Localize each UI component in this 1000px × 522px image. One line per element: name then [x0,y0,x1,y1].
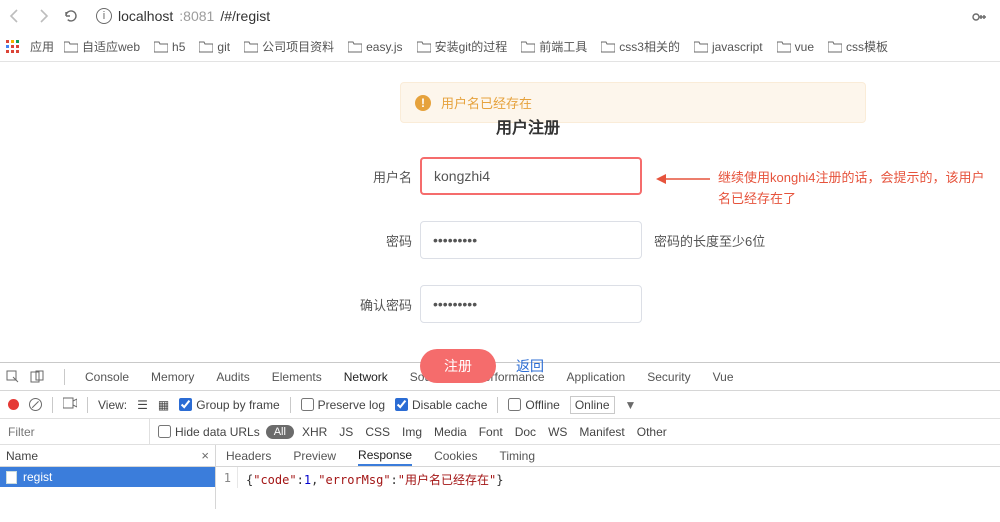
request-item[interactable]: regist [0,467,215,487]
response-tab[interactable]: Preview [293,445,336,466]
username-label: 用户名 [340,167,412,186]
filter-type[interactable]: Media [434,425,467,439]
url-port: :8081 [179,8,214,24]
bookmark-item[interactable]: 公司项目资料 [244,38,334,55]
devtools-toolbar: View: ☰ ▦ Group by frame Preserve log Di… [0,391,1000,419]
bookmark-item[interactable]: h5 [154,38,185,55]
bookmark-item[interactable]: git [199,38,230,55]
grid-view-icon[interactable]: ▦ [158,398,169,412]
alert-banner: ! 用户名已经存在 [400,82,866,123]
apps-icon[interactable] [6,40,20,54]
alert-text: 用户名已经存在 [441,93,532,112]
response-tab[interactable]: Response [358,445,412,466]
preserve-log-checkbox[interactable]: Preserve log [301,398,385,412]
bookmark-item[interactable]: easy.js [348,38,402,55]
filter-all[interactable]: All [266,425,294,439]
chevron-down-icon[interactable]: ▼ [625,398,637,412]
devtools-tab[interactable]: Console [85,370,129,384]
bookmark-item[interactable]: 安装git的过程 [417,38,508,55]
response-body: 1 {"code":1,"errorMsg":"用户名已经存在"} [216,467,1000,488]
forward-icon[interactable] [34,7,52,25]
annotation-text: 继续使用konghi4注册的话，会提示的，该用户名已经存在了 [718,168,988,210]
filter-type[interactable]: XHR [302,425,327,439]
filter-type[interactable]: Other [637,425,667,439]
bookmark-item[interactable]: css模板 [828,38,888,55]
hide-urls-checkbox[interactable]: Hide data URLs [158,425,260,439]
disable-cache-checkbox[interactable]: Disable cache [395,398,487,412]
page-title: 用户注册 [496,114,560,138]
page-content: ! 用户名已经存在 用户注册 用户名 密码 密码的长度至少6位 确认密码 注册 … [0,62,1000,362]
devtools: ConsoleMemoryAuditsElementsNetworkSource… [0,362,1000,509]
clear-icon[interactable] [29,398,42,411]
throttle-select[interactable]: Online [570,396,615,414]
camera-icon[interactable] [63,397,77,412]
filter-type[interactable]: WS [548,425,567,439]
filter-type[interactable]: Img [402,425,422,439]
filter-type[interactable]: CSS [365,425,390,439]
reload-icon[interactable] [62,7,80,25]
devtools-tab[interactable]: Elements [272,370,322,384]
url-path: /#/regist [220,8,270,24]
list-view-icon[interactable]: ☰ [137,398,148,412]
confirm-label: 确认密码 [340,295,412,314]
devtools-tab[interactable]: Memory [151,370,194,384]
document-icon [6,471,17,484]
group-by-frame-checkbox[interactable]: Group by frame [179,398,279,412]
request-list: Name × regist [0,445,216,509]
close-icon[interactable]: × [201,448,209,463]
info-icon[interactable]: i [96,8,112,24]
bookmark-item[interactable]: 前端工具 [521,38,587,55]
devtools-filter-bar: Hide data URLs All XHR JS CSS Img Media Font D… [0,419,1000,445]
name-column: Name [6,449,38,463]
filter-type[interactable]: JS [339,425,353,439]
confirm-input[interactable] [420,285,642,323]
apps-label[interactable]: 应用 [30,38,54,55]
annotation: 继续使用konghi4注册的话，会提示的，该用户名已经存在了 [656,168,988,210]
bookmarks-bar: 应用 自适应web h5 git 公司项目资料 easy.js 安装git的过程前端工具 c… [0,32,1000,62]
inspect-icon[interactable] [6,370,20,384]
line-number: 1 [216,467,238,488]
warning-icon: ! [415,95,431,111]
back-icon[interactable] [6,7,24,25]
bookmark-item[interactable]: javascript [694,38,763,55]
filter-type[interactable]: Doc [515,425,536,439]
view-label: View: [98,398,127,412]
response-tab[interactable]: Timing [499,445,535,466]
response-code: {"code":1,"errorMsg":"用户名已经存在"} [238,467,511,488]
password-hint: 密码的长度至少6位 [654,231,765,250]
response-tab[interactable]: Headers [226,445,271,466]
devtools-tab[interactable]: Audits [216,370,249,384]
devtools-body: Name × regist Headers Preview Response Cooki… [0,445,1000,509]
browser-nav: i localhost :8081 /#/regist [0,0,1000,32]
bookmark-item[interactable]: 自适应web [64,38,140,55]
url-host: localhost [118,8,173,24]
password-label: 密码 [340,231,412,250]
username-input[interactable] [420,157,642,195]
submit-button[interactable]: 注册 [420,349,496,383]
back-link[interactable]: 返回 [516,356,544,376]
arrow-icon [656,172,710,186]
bookmark-item[interactable]: css3相关的 [601,38,680,55]
filter-type[interactable]: Font [479,425,503,439]
device-icon[interactable] [30,370,44,384]
response-pane: Headers Preview Response Cookies Timing 1 {"… [216,445,1000,509]
password-input[interactable] [420,221,642,259]
filter-type[interactable]: Manifest [579,425,624,439]
address-bar[interactable]: i localhost :8081 /#/regist [96,8,270,24]
bookmark-item[interactable]: vue [777,38,814,55]
key-icon[interactable] [970,8,988,29]
record-icon[interactable] [8,399,19,410]
offline-checkbox[interactable]: Offline [508,398,559,412]
response-tab[interactable]: Cookies [434,445,477,466]
filter-input[interactable] [0,419,150,444]
